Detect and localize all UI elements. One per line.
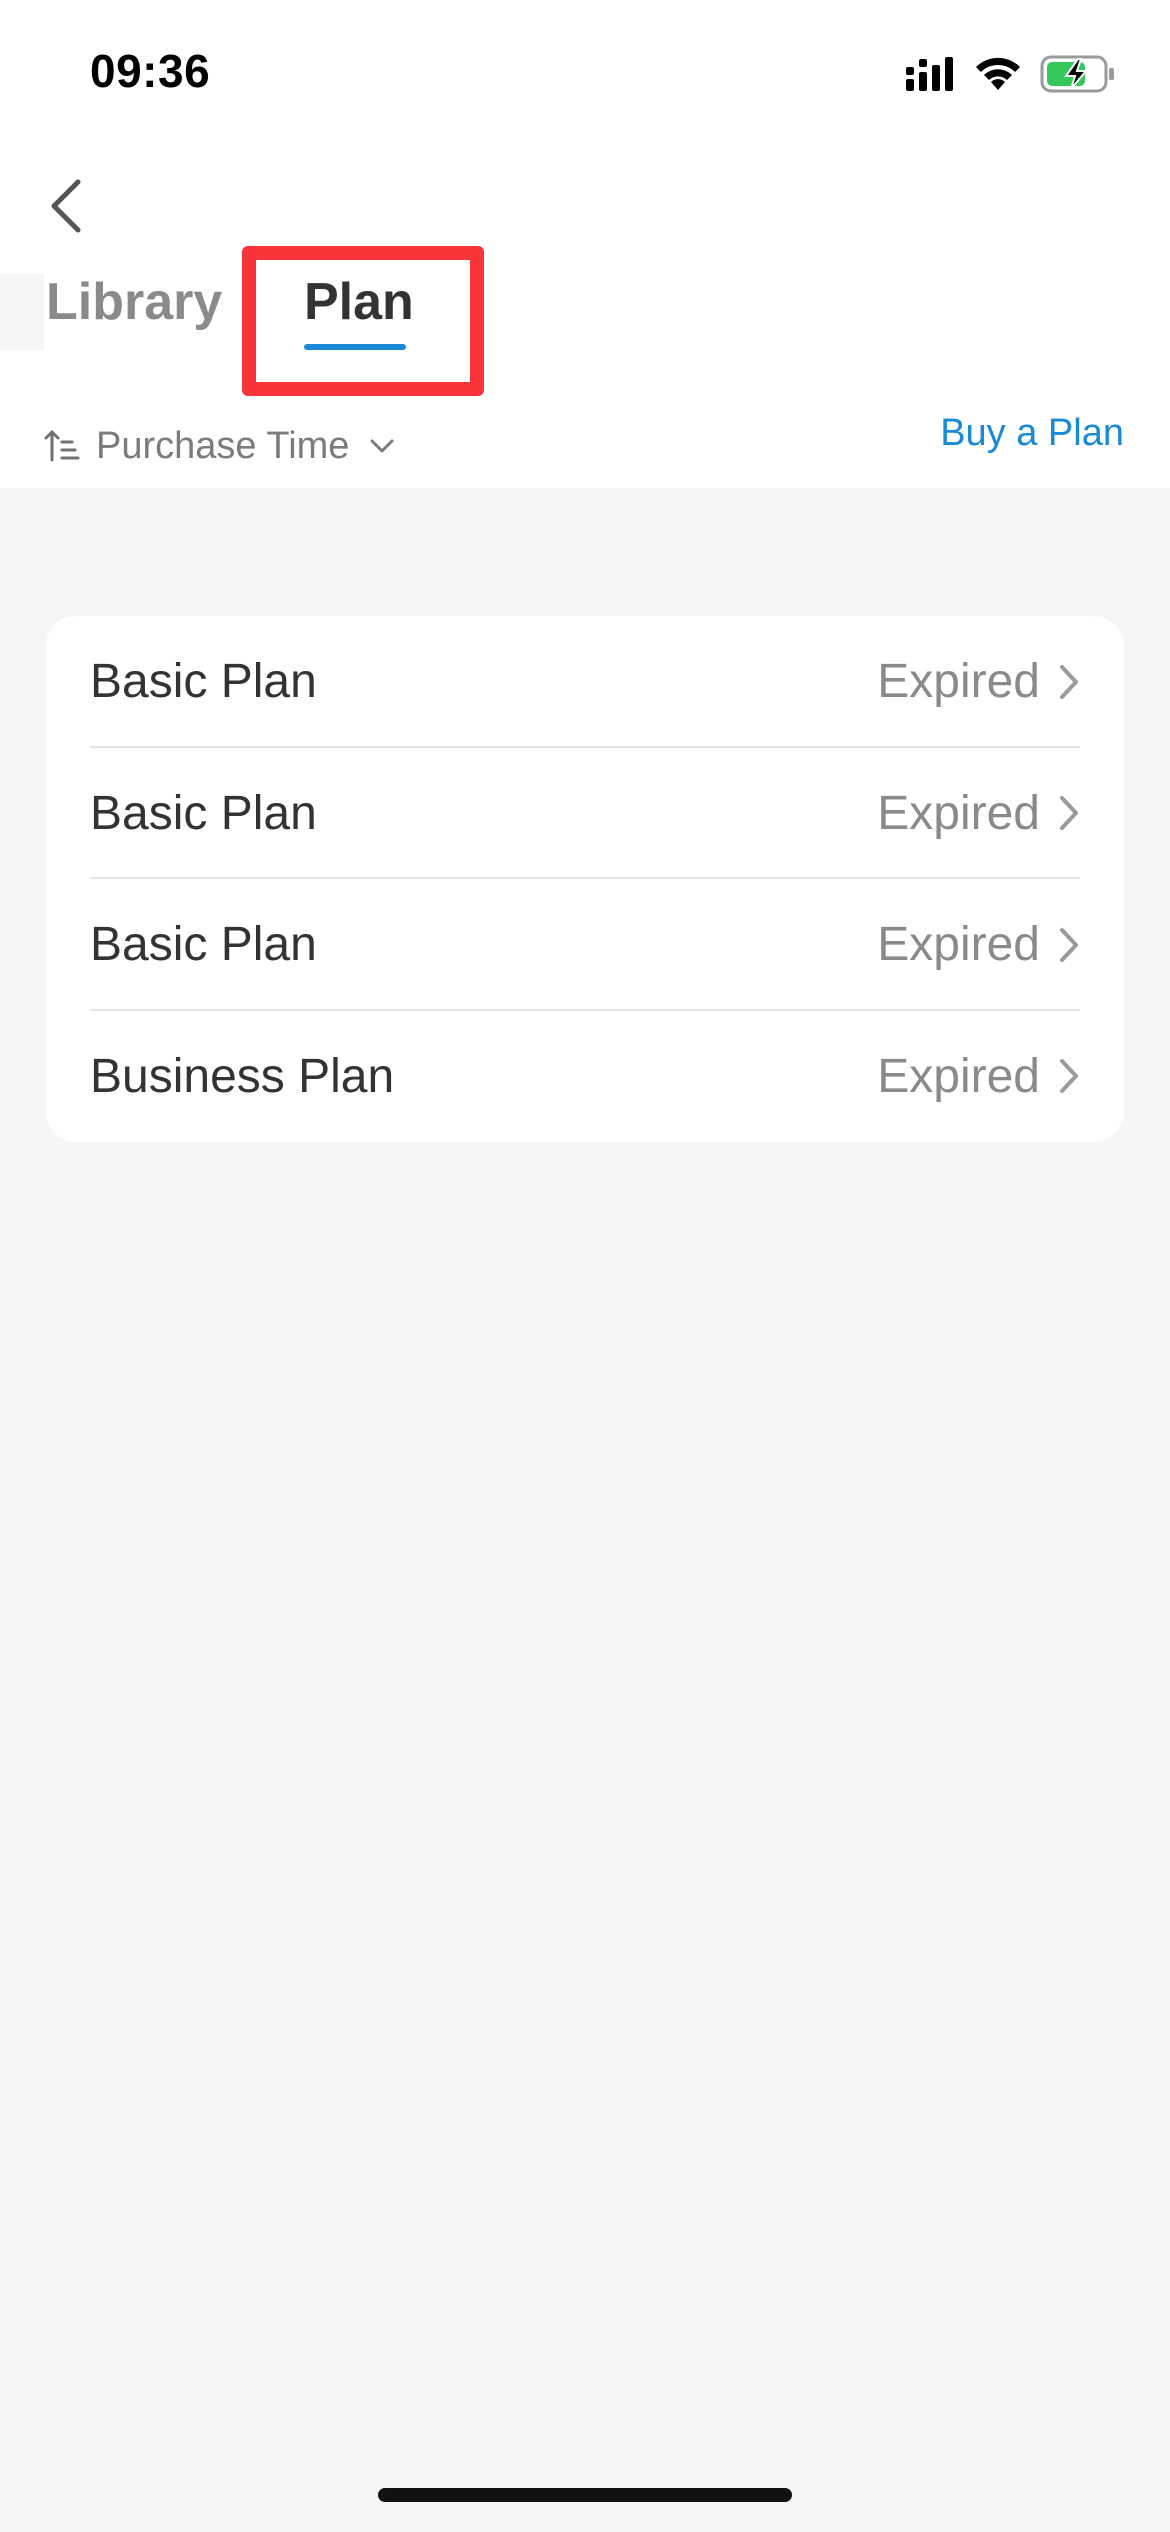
plan-name: Basic Plan — [90, 918, 317, 972]
chevron-right-icon — [1060, 664, 1078, 699]
chevron-right-icon — [1060, 927, 1078, 962]
plan-name: Basic Plan — [90, 655, 317, 709]
back-chevron-icon[interactable] — [44, 176, 88, 236]
screen: 09:36 Library Plan Purchase Time Buy a P… — [0, 0, 1170, 2532]
home-indicator[interactable] — [378, 2488, 792, 2502]
buy-plan-link[interactable]: Buy a Plan — [940, 412, 1124, 455]
plan-name: Business Plan — [90, 1049, 395, 1103]
chevron-right-icon — [1060, 1059, 1078, 1094]
chevron-right-icon — [1060, 796, 1078, 831]
signal-bars-icon — [906, 57, 953, 91]
tab-library[interactable]: Library — [46, 272, 222, 332]
plan-status: Expired — [877, 786, 1040, 840]
sort-ascending-icon — [44, 430, 80, 462]
plan-list-item[interactable]: Business Plan Expired — [46, 1011, 1124, 1143]
wifi-icon — [976, 57, 1020, 90]
plan-list-item[interactable]: Basic Plan Expired — [46, 748, 1124, 879]
chevron-down-icon — [370, 439, 394, 453]
highlight-annotation-box — [242, 246, 484, 396]
left-edge-stub — [0, 274, 44, 350]
plan-list: Basic Plan Expired Basic Plan Expired Ba… — [46, 616, 1124, 1142]
sort-control[interactable]: Purchase Time — [44, 418, 395, 474]
plan-name: Basic Plan — [90, 786, 317, 840]
status-icons — [906, 52, 1116, 96]
status-time: 09:36 — [90, 45, 211, 97]
plan-status: Expired — [877, 918, 1040, 972]
plan-status: Expired — [877, 655, 1040, 709]
plan-status: Expired — [877, 1049, 1040, 1103]
sort-label: Purchase Time — [96, 424, 350, 467]
plan-list-item[interactable]: Basic Plan Expired — [46, 616, 1124, 748]
battery-charging-icon — [1040, 55, 1114, 93]
plan-list-item[interactable]: Basic Plan Expired — [46, 879, 1124, 1011]
